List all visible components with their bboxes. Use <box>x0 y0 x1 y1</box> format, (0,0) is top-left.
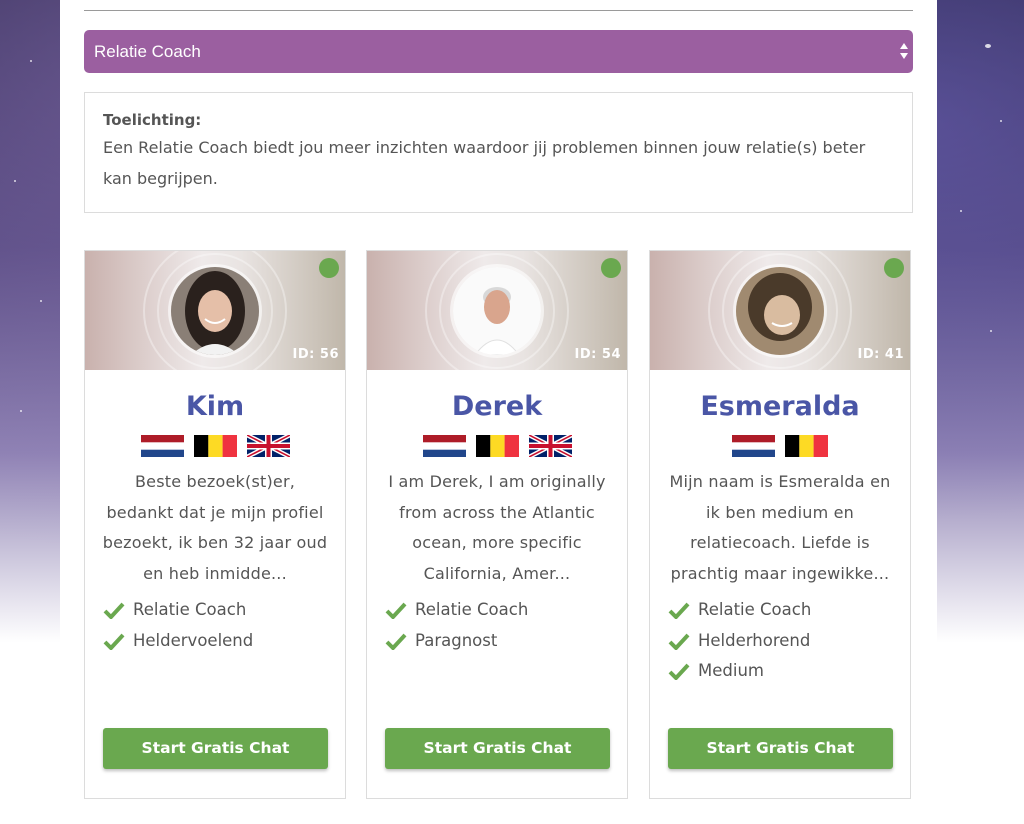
skill-label: Relatie Coach <box>415 600 529 619</box>
advisor-description: I am Derek, I am originally from across … <box>388 472 606 583</box>
star-decoration <box>985 44 991 48</box>
advisor-description: Mijn naam is Esmeralda en ik ben medium … <box>669 472 891 583</box>
star-decoration <box>14 180 16 182</box>
netherlands-flag-icon <box>140 435 184 457</box>
language-flags <box>367 435 627 457</box>
checkmark-icon <box>103 602 125 620</box>
advisor-id: ID: 56 <box>292 347 339 362</box>
skill-list: Relatie Coach Paragnost <box>385 595 627 656</box>
advisor-id: ID: 41 <box>857 347 904 362</box>
category-explanation: Toelichting: Een Relatie Coach biedt jou… <box>84 92 913 213</box>
skill-label: Relatie Coach <box>133 600 247 619</box>
advisor-card: ID: 56 Kim Beste bezoek(st)er, bedankt d… <box>84 250 346 799</box>
skill-label: Heldervoelend <box>133 630 254 650</box>
advisor-id: ID: 54 <box>574 347 621 362</box>
checkmark-icon <box>385 602 407 620</box>
belgium-flag-icon <box>785 435 828 457</box>
skill-label: Medium <box>698 661 764 680</box>
advisor-card-header: ID: 54 <box>367 251 627 370</box>
checkmark-icon <box>668 663 690 681</box>
explanation-label: Toelichting: <box>103 111 202 129</box>
belgium-flag-icon <box>193 435 237 457</box>
language-flags <box>85 435 345 457</box>
start-chat-button[interactable]: Start Gratis Chat <box>103 728 328 769</box>
uk-flag-icon <box>528 435 572 457</box>
language-flags <box>650 435 910 457</box>
main-container: Relatie Coach Toelichting: Een Relatie C… <box>60 0 937 824</box>
skill-label: Helderhorend <box>698 630 811 650</box>
skill-item: Paragnost <box>385 626 627 657</box>
advisor-card: ID: 54 Derek I am Derek, I am originally… <box>366 250 628 799</box>
skill-list: Relatie Coach Heldervoelend <box>103 595 345 656</box>
checkmark-icon <box>385 633 407 650</box>
advisor-name[interactable]: Esmeralda <box>650 390 910 424</box>
select-arrows-icon <box>900 43 908 59</box>
category-select-value: Relatie Coach <box>94 42 201 61</box>
skill-item: Medium <box>668 656 910 687</box>
star-decoration <box>20 410 22 412</box>
advisor-card-header: ID: 41 <box>650 251 910 370</box>
netherlands-flag-icon <box>732 435 775 457</box>
online-status-icon <box>601 258 621 278</box>
explanation-text: Een Relatie Coach biedt jou meer inzicht… <box>103 138 866 188</box>
advisor-name[interactable]: Kim <box>85 390 345 424</box>
skill-item: Relatie Coach <box>103 595 345 626</box>
belgium-flag-icon <box>475 435 519 457</box>
star-decoration <box>40 300 42 302</box>
skill-label: Relatie Coach <box>698 600 812 619</box>
advisor-description: Beste bezoek(st)er, bedankt dat je mijn … <box>102 472 328 583</box>
online-status-icon <box>319 258 339 278</box>
avatar[interactable] <box>736 266 824 355</box>
advisor-card-header: ID: 56 <box>85 251 345 370</box>
start-chat-button[interactable]: Start Gratis Chat <box>385 728 610 769</box>
checkmark-icon <box>668 633 690 650</box>
avatar[interactable] <box>171 266 259 355</box>
skill-label: Paragnost <box>415 630 498 650</box>
advisor-card: ID: 41 Esmeralda Mijn naam is Esmeralda … <box>649 250 911 799</box>
star-decoration <box>30 60 32 62</box>
start-chat-button[interactable]: Start Gratis Chat <box>668 728 893 769</box>
skill-item: Relatie Coach <box>385 595 627 626</box>
skill-item: Helderhorend <box>668 626 910 657</box>
star-decoration <box>960 210 962 212</box>
avatar[interactable] <box>453 266 541 355</box>
divider <box>84 10 913 11</box>
online-status-icon <box>884 258 904 278</box>
star-decoration <box>1000 120 1002 122</box>
checkmark-icon <box>668 602 690 620</box>
star-decoration <box>990 330 992 332</box>
category-select[interactable]: Relatie Coach <box>84 30 913 73</box>
skill-list: Relatie Coach Helderhorend Medium <box>668 595 910 687</box>
checkmark-icon <box>103 633 125 650</box>
uk-flag-icon <box>246 435 290 457</box>
advisor-name[interactable]: Derek <box>367 390 627 424</box>
skill-item: Relatie Coach <box>668 595 910 626</box>
netherlands-flag-icon <box>422 435 466 457</box>
skill-item: Heldervoelend <box>103 626 345 657</box>
